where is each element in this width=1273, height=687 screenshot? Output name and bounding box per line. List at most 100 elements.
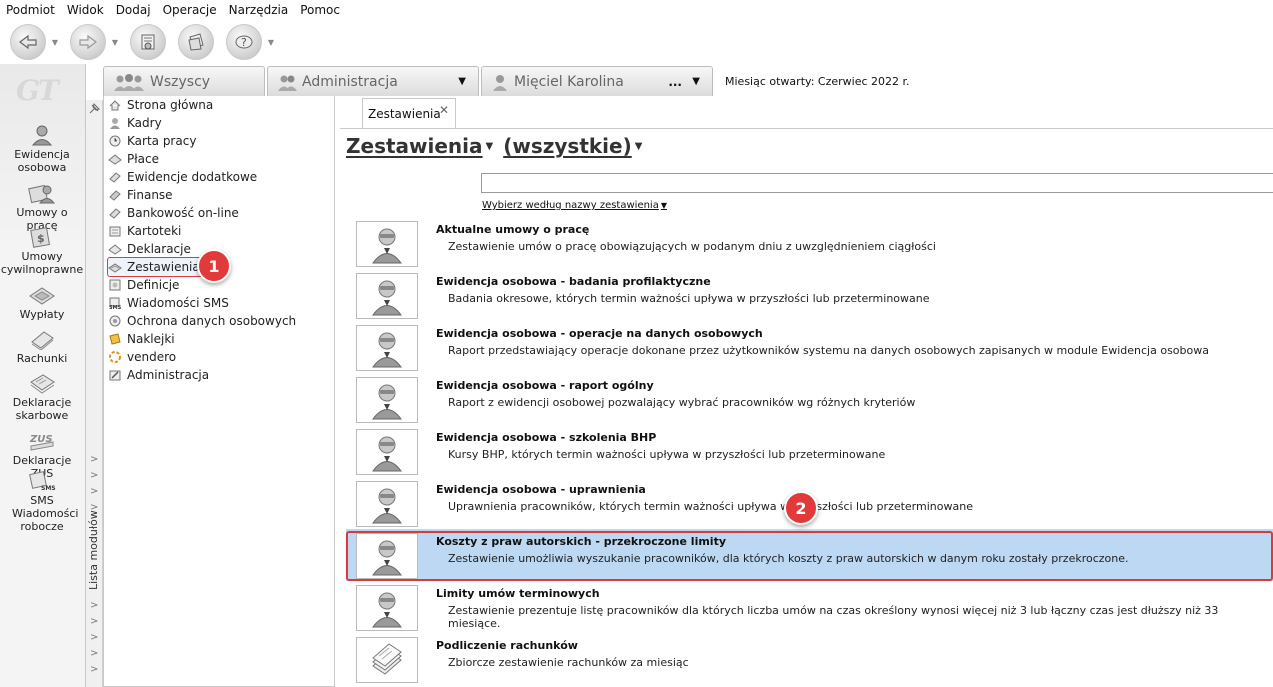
heading-filter-dropdown[interactable]: (wszystkie) [503,134,632,158]
home-icon [109,100,121,111]
chevron-down-icon: ▼ [51,37,59,47]
nav-deklaracje-skarbowe[interactable]: Deklaracje skarbowe [0,372,84,422]
person-icon [110,118,120,129]
help-dropdown[interactable]: ▼ [264,24,278,60]
tree-item-ewidencje-dodatkowe[interactable]: Ewidencje dodatkowe [108,168,257,186]
chevron-down-icon[interactable]: ▼ [458,76,466,87]
tree-label: Karta pracy [127,134,197,148]
report-thumbnail [356,429,418,475]
report-search-input[interactable] [481,173,1273,193]
report-row[interactable]: Ewidencja osobowa - badania profilaktycz… [346,269,1273,321]
tree-item-strona-glowna[interactable]: Strona główna [108,96,213,114]
report-row[interactable]: Podliczenie rachunków Zbiorcze zestawieni… [346,633,1273,685]
report-description: Zestawienie prezentuje listę pracowników… [448,604,1219,630]
menu-pomoc[interactable]: Pomoc [294,0,346,20]
tree-label: Finanse [127,188,173,202]
nav-ewidencja-osobowa[interactable]: Ewidencja osobowa [0,124,84,174]
tab-administracja[interactable]: Administracja ▼ [267,66,479,96]
help-button[interactable]: ? [226,24,262,60]
nav-umowy-cywilnoprawne[interactable]: $ Umowy cywilnoprawne [0,226,84,276]
nav-wyplaty[interactable]: Wypłaty [0,284,84,321]
tree-item-naklejki[interactable]: Naklejki [108,330,175,348]
module-list-strip[interactable]: > > > > Lista modułów > > > > > [86,100,103,687]
payroll-icon [108,154,122,165]
nav-umowy-o-prace[interactable]: Umowy o pracę [0,182,84,232]
tab-employee[interactable]: Mięciel Karolina ... ▼ [481,66,713,96]
tree-item-finanse[interactable]: Finanse [108,186,173,204]
papers-button[interactable] [178,24,214,60]
tree-item-administracja[interactable]: Administracja [108,366,209,384]
tree-item-wiadomosci-sms[interactable]: SMS Wiadomości SMS [108,294,229,312]
chevron-down-icon[interactable]: ▼ [486,141,494,152]
tree-item-definicje[interactable]: Definicje [108,276,179,294]
nav-sms[interactable]: SMS SMS Wiadomości robocze [0,470,84,533]
selection-highlight-frame [346,531,1273,581]
menu-podmiot[interactable]: Podmiot [0,0,61,20]
tree-item-deklaracje[interactable]: Deklaracje [108,240,191,258]
tree-item-vendero[interactable]: vendero [108,348,176,366]
tab-label: Administracja [302,73,398,90]
chevron-down-icon: ▼ [111,37,119,47]
tree-item-bankowosc[interactable]: Bankowość on-line [108,204,239,222]
tree-label: Ewidencje dodatkowe [127,170,258,184]
back-button[interactable] [10,24,46,60]
tree-item-karta-pracy[interactable]: Karta pracy [108,132,196,150]
tab-label: Wszyscy [150,73,211,90]
pin-icon[interactable] [87,102,101,116]
menu-widok[interactable]: Widok [61,0,110,20]
document-stamp-icon [141,34,155,50]
chevron-right-icon: > [90,470,99,481]
report-row[interactable]: Aktualne umowy o pracę Zestawienie umów o… [346,217,1273,269]
nav-label: Rachunki [16,352,68,365]
forward-arrow-icon [79,34,97,50]
tree-item-place[interactable]: Płace [108,150,159,168]
tax-declaration-icon [30,374,55,394]
report-row[interactable]: Limity umów terminowych Zestawienie preze… [346,581,1273,633]
report-thumbnail [356,377,418,423]
tree-item-kartoteki[interactable]: Kartoteki [108,222,181,240]
shield-icon [109,315,121,327]
nav-rachunki[interactable]: Rachunki [0,328,84,365]
tree-item-kadry[interactable]: Kadry [108,114,162,132]
report-thumbnail [356,637,418,683]
payout-icon [29,287,55,305]
document-stamp-button[interactable] [130,24,166,60]
svg-text:SMS: SMS [109,305,122,310]
module-list-label: Lista modułów [87,510,100,590]
close-icon[interactable]: ✕ [439,103,449,117]
forward-button[interactable] [70,24,106,60]
report-row[interactable]: Ewidencja osobowa - operacje na danych o… [346,321,1273,373]
report-row[interactable]: Ewidencja osobowa - szkolenia BHP Kursy B… [346,425,1273,477]
admin-icon [109,370,121,381]
menu-dodaj[interactable]: Dodaj [110,0,157,20]
bank-icon [109,208,121,219]
vendero-icon [109,351,121,363]
report-thumbnail [356,325,418,371]
forward-dropdown[interactable]: ▼ [108,24,122,60]
civil-contract-icon: $ [30,227,51,248]
tab-zestawienia[interactable]: Zestawienia ✕ [362,98,456,128]
person-report-icon [372,384,402,420]
menu-operacje[interactable]: Operacje [157,0,223,20]
menu-narzedzia[interactable]: Narzędzia [223,0,295,20]
context-tab-bar: Wszyscy Administracja ▼ Mięciel Karolina… [103,66,1273,96]
person-report-icon [372,592,402,628]
bills-icon [31,331,54,350]
tree-item-zestawienia[interactable]: Zestawienia [107,257,205,277]
tab-wszyscy[interactable]: Wszyscy [103,66,265,96]
search-hint-dropdown[interactable]: Wybierz według nazwy zestawienia ▼ [482,200,667,211]
person-report-icon [372,332,402,368]
report-description: Raport z ewidencji osobowej pozwalający … [448,396,916,409]
report-thumbnail [356,585,418,631]
back-dropdown[interactable]: ▼ [48,24,62,60]
chevron-down-icon: ▼ [660,201,667,210]
employee-more-button[interactable]: ... [668,75,682,89]
chevron-down-icon[interactable]: ▼ [692,76,700,87]
heading-title-dropdown[interactable]: Zestawienia [346,134,483,158]
report-title: Aktualne umowy o pracę [436,223,590,236]
report-row[interactable]: Ewidencja osobowa - raport ogólny Raport … [346,373,1273,425]
chevron-down-icon[interactable]: ▼ [635,141,643,152]
report-description: Raport przedstawiający operacje dokonane… [448,344,1209,357]
person-icon [493,74,507,91]
tree-item-ochrona-danych[interactable]: Ochrona danych osobowych [108,312,296,330]
